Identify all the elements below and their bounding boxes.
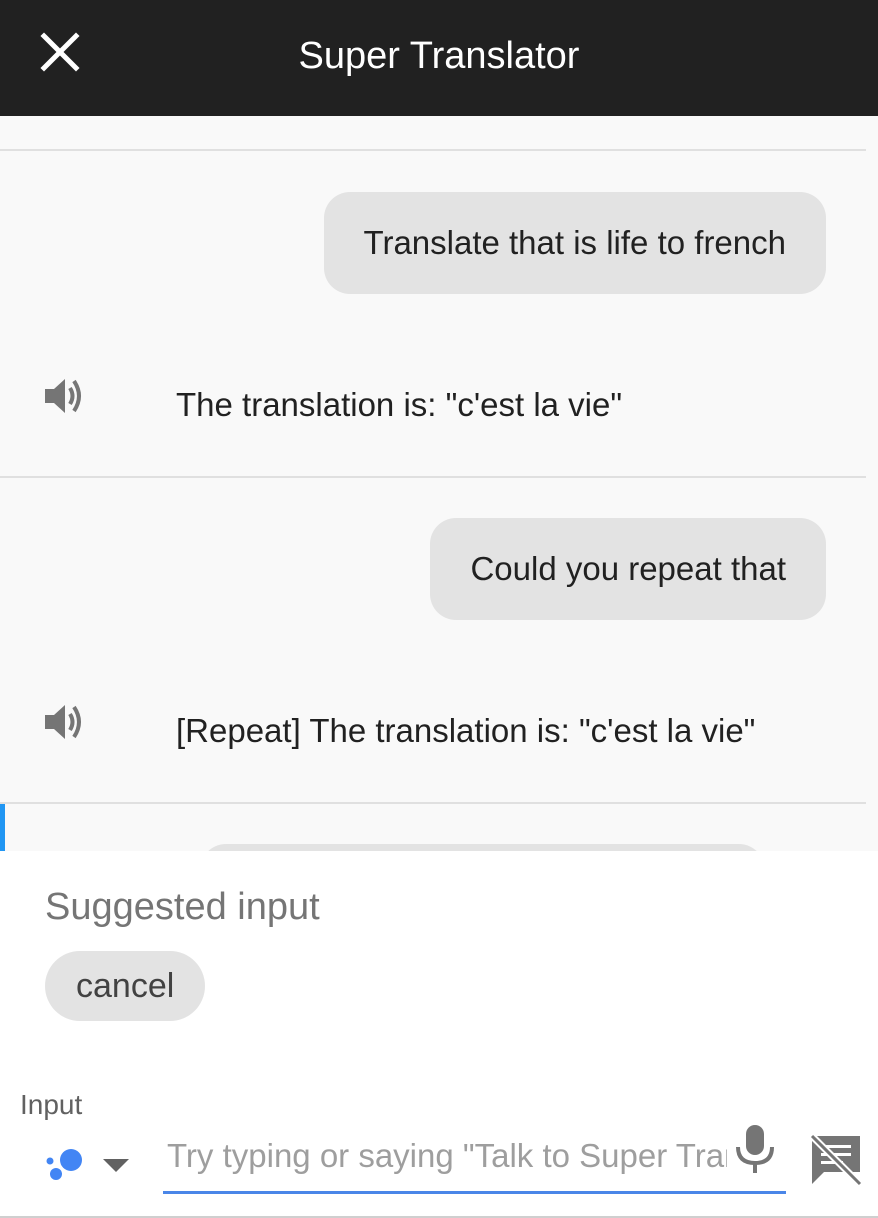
microphone-icon xyxy=(736,1125,774,1173)
user-message-bubble: Could you repeat that xyxy=(430,518,826,620)
simulator-app: Super Translator Translate that is life … xyxy=(0,0,878,1218)
input-source-dropdown[interactable] xyxy=(44,1141,134,1187)
input-label: Input xyxy=(20,1089,83,1120)
user-message-bubble: Translate that is life to french xyxy=(323,192,826,294)
input-panel: Suggested input cancel Input xyxy=(0,851,878,1218)
bot-response-text: The translation is: "c'est la vie" xyxy=(176,386,623,423)
app-header: Super Translator xyxy=(0,0,878,116)
suggested-input-title: Suggested input xyxy=(45,886,320,928)
speaker-icon xyxy=(45,379,81,413)
conversation-panel[interactable]: Translate that is life to french The tra… xyxy=(0,116,878,851)
active-turn-marker xyxy=(0,804,5,851)
speaker-icon xyxy=(45,705,81,739)
query-input-container xyxy=(163,1131,786,1194)
turn-divider xyxy=(0,802,866,804)
user-message-bubble-partial xyxy=(200,844,765,851)
microphone-button[interactable] xyxy=(732,1123,778,1175)
no-text-chat-icon xyxy=(809,1133,863,1187)
speaker-button[interactable] xyxy=(43,376,87,416)
turn-divider xyxy=(0,149,866,151)
chevron-down-icon xyxy=(103,1159,129,1172)
query-input[interactable] xyxy=(163,1131,727,1181)
bot-response-text: [Repeat] The translation is: "c'est la v… xyxy=(176,712,756,749)
speaker-button[interactable] xyxy=(43,702,87,742)
app-title: Super Translator xyxy=(298,35,580,77)
toggle-text-chat-button[interactable] xyxy=(808,1132,864,1188)
suggestion-chip-cancel[interactable]: cancel xyxy=(45,951,206,1021)
turn-divider xyxy=(0,476,866,478)
google-assistant-icon xyxy=(46,1149,82,1180)
